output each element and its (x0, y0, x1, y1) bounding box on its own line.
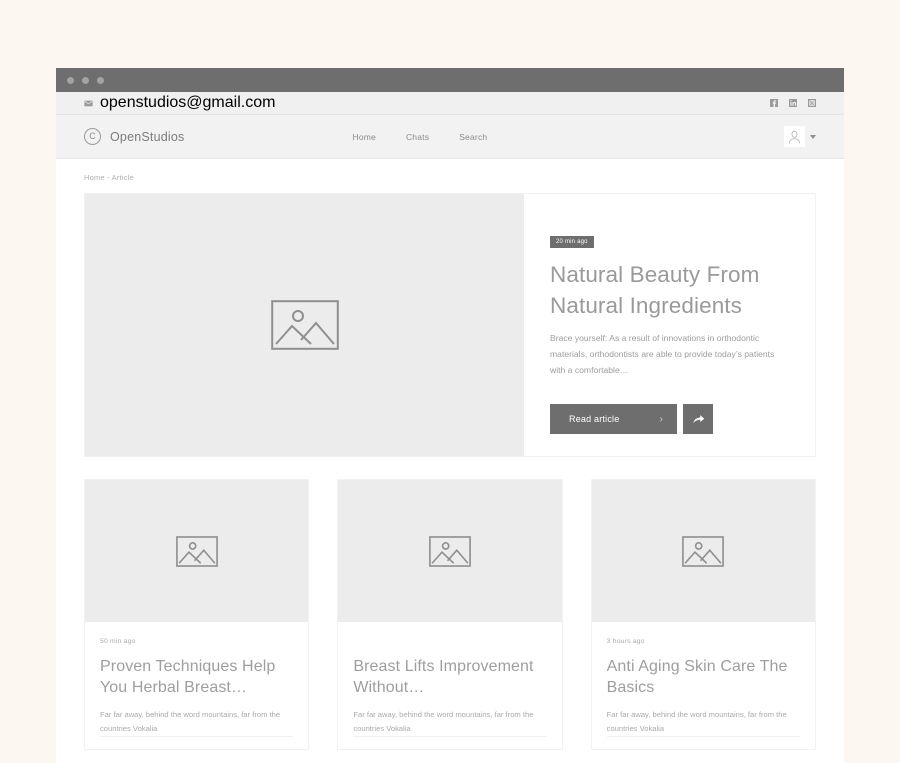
card-footer (85, 737, 308, 749)
hero-image-placeholder (85, 194, 524, 456)
window-titlebar (56, 68, 844, 92)
instagram-icon[interactable] (808, 99, 816, 107)
social-links (770, 99, 816, 107)
card-title[interactable]: Proven Techniques Help You Herbal Breast… (100, 656, 293, 699)
card-body: 50 min ago Proven Techniques Help You He… (85, 622, 308, 736)
primary-nav: Home Chats Search (352, 132, 487, 142)
linkedin-icon[interactable] (789, 99, 797, 107)
image-placeholder-icon (270, 300, 339, 350)
card-timestamp (353, 638, 546, 648)
card-body: 3 hours ago Anti Aging Skin Care The Bas… (592, 622, 815, 736)
maximize-dot[interactable] (97, 76, 104, 84)
image-placeholder-icon (175, 535, 218, 567)
minimize-dot[interactable] (82, 76, 89, 84)
image-placeholder-icon (429, 535, 471, 567)
mail-icon (84, 100, 93, 106)
card-timestamp: 3 hours ago (606, 638, 645, 645)
article-card-grid: 50 min ago Proven Techniques Help You He… (84, 479, 816, 750)
chevron-right-icon: › (659, 413, 663, 425)
close-dot[interactable] (67, 76, 74, 84)
card-title[interactable]: Breast Lifts Improvement Without… (353, 656, 546, 699)
facebook-icon[interactable] (770, 99, 778, 107)
hero-title: Natural Beauty From Natural Ingredients (550, 262, 760, 319)
browser-window: openstudios@gmail.com C OpenStudios Home… (56, 68, 844, 763)
card-image-placeholder (85, 480, 309, 622)
nav-link-chats[interactable]: Chats (406, 132, 429, 142)
card-timestamp: 50 min ago (100, 638, 136, 645)
page-content: Home - Article 20 min ago Natural Beauty… (56, 159, 844, 750)
card-footer (592, 737, 815, 749)
card-body: Breast Lifts Improvement Without… Far fa… (338, 622, 561, 736)
brand-logo[interactable]: C OpenStudios (84, 128, 184, 145)
hero-body: 20 min ago Natural Beauty From Natural I… (524, 194, 815, 456)
article-card[interactable]: Breast Lifts Improvement Without… Far fa… (337, 479, 563, 750)
read-article-label: Read article (569, 414, 620, 425)
hero-actions: Read article › (550, 404, 789, 435)
chevron-down-icon[interactable] (810, 134, 816, 139)
contact-email: openstudios@gmail.com (100, 94, 276, 111)
card-excerpt: Far far away, behind the word mountains,… (100, 709, 281, 733)
user-avatar-icon (788, 130, 801, 144)
brand-mark-icon: C (84, 128, 101, 145)
hero-article: 20 min ago Natural Beauty From Natural I… (84, 193, 816, 457)
share-arrow-icon (692, 414, 704, 424)
card-image-placeholder (591, 480, 815, 622)
nav-link-home[interactable]: Home (352, 132, 375, 142)
card-excerpt: Far far away, behind the word mountains,… (606, 709, 787, 733)
share-button[interactable] (683, 404, 713, 435)
hero-timestamp-badge: 20 min ago (550, 236, 594, 248)
brand-name: OpenStudios (110, 129, 185, 144)
avatar[interactable] (784, 126, 805, 147)
article-card[interactable]: 50 min ago Proven Techniques Help You He… (84, 479, 310, 750)
article-card[interactable]: 3 hours ago Anti Aging Skin Care The Bas… (590, 479, 816, 750)
card-title[interactable]: Anti Aging Skin Care The Basics (607, 656, 800, 699)
main-navbar: C OpenStudios Home Chats Search (56, 115, 844, 159)
breadcrumb[interactable]: Home - Article (84, 159, 816, 193)
account-menu[interactable] (784, 126, 816, 147)
contact-email-group[interactable]: openstudios@gmail.com (84, 94, 275, 112)
hero-excerpt: Brace yourself: As a result of innovatio… (550, 333, 775, 376)
read-article-button[interactable]: Read article › (550, 404, 677, 435)
card-image-placeholder (338, 480, 562, 622)
image-placeholder-icon (682, 535, 725, 567)
card-excerpt: Far far away, behind the word mountains,… (353, 709, 534, 733)
card-footer (338, 737, 561, 749)
utility-topbar: openstudios@gmail.com (56, 92, 844, 115)
nav-link-search[interactable]: Search (459, 132, 487, 142)
